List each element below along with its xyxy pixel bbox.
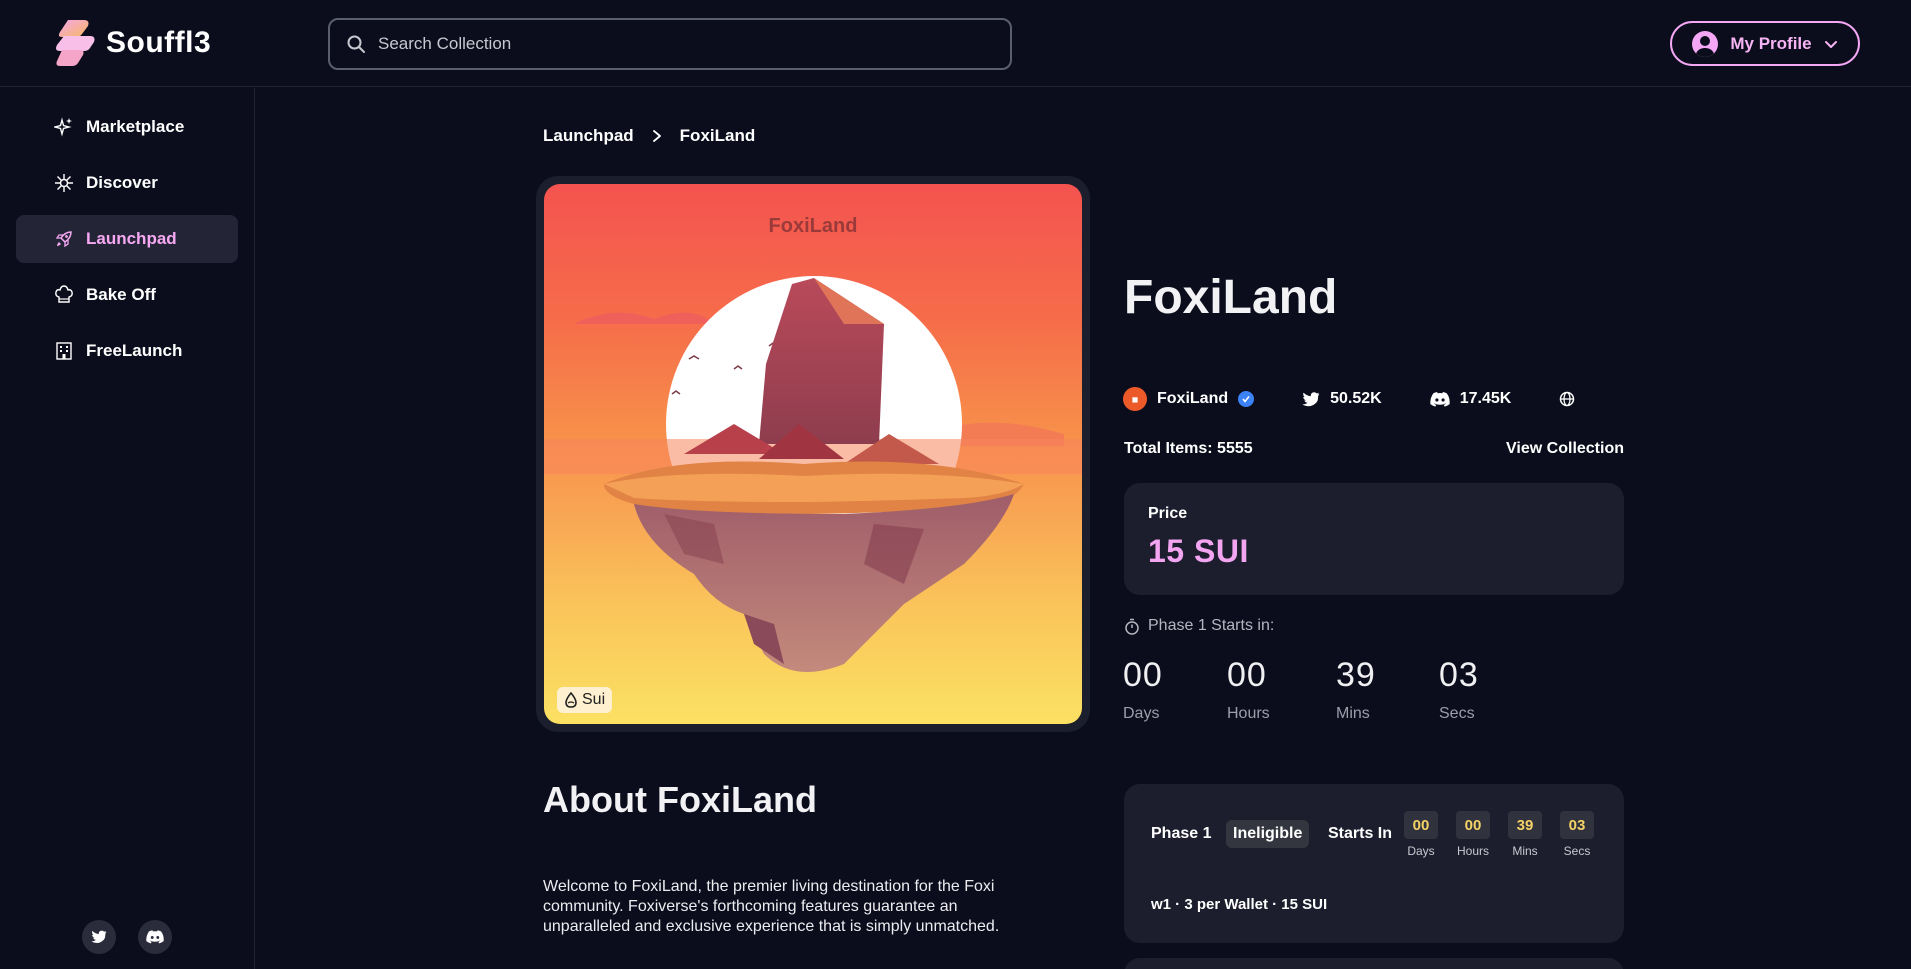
collection-artwork: FoxiLand Sui — [544, 184, 1082, 724]
sidebar-item-discover[interactable]: Discover — [16, 159, 238, 207]
twitter-icon — [1302, 391, 1320, 406]
phase-start-label-row: Phase 1 Starts in: — [1124, 617, 1274, 635]
top-header: Souffl3 My Profile — [0, 0, 1911, 87]
chef-hat-icon — [54, 285, 74, 305]
website-link[interactable] — [1559, 391, 1575, 407]
sidebar-item-label: Launchpad — [86, 229, 177, 248]
countdown-secs: 03 Secs — [1439, 656, 1519, 723]
mini-countdown-mins-label: Mins — [1512, 844, 1538, 858]
view-collection-link[interactable]: View Collection — [1506, 440, 1624, 458]
sparkles-icon — [54, 117, 74, 137]
price-label: Price — [1148, 505, 1188, 522]
mini-countdown-secs-value: 03 — [1560, 811, 1594, 839]
building-icon — [54, 341, 74, 361]
sidebar-item-marketplace[interactable]: Marketplace — [16, 103, 238, 151]
compass-icon — [54, 173, 74, 193]
sidebar-item-label: FreeLaunch — [86, 341, 183, 360]
discord-icon — [1430, 391, 1450, 407]
artwork-title-text: FoxiLand — [769, 215, 858, 237]
my-profile-button[interactable]: My Profile — [1670, 21, 1860, 66]
breadcrumb-current: FoxiLand — [679, 126, 756, 145]
mini-countdown-secs-label: Secs — [1563, 844, 1591, 858]
countdown-days-value: 00 — [1123, 656, 1163, 694]
countdown-days-label: Days — [1123, 705, 1160, 722]
countdown-mins: 39 Mins — [1336, 656, 1439, 723]
eligibility-badge: Ineligible — [1226, 820, 1310, 848]
countdown-secs-label: Secs — [1439, 705, 1475, 722]
stopwatch-icon — [1125, 618, 1139, 635]
search-bar[interactable] — [328, 18, 1012, 70]
mini-countdown-hours-label: Hours — [1456, 844, 1489, 858]
countdown-days: 00 Days — [1123, 656, 1227, 723]
mini-countdown-mins-value: 39 — [1508, 811, 1542, 839]
twitter-stat[interactable]: 50.52K — [1302, 390, 1382, 408]
phase-countdown: 00 Days 00 Hours 39 Mins 03 Secs — [1123, 656, 1519, 723]
mini-countdown-days: 00 Days — [1404, 811, 1438, 858]
total-items-row: Total Items: 5555 View Collection — [1124, 440, 1624, 458]
sui-drop-icon — [565, 692, 577, 708]
breadcrumb-launchpad-link[interactable]: Launchpad — [543, 126, 634, 146]
twitter-followers: 50.52K — [1330, 390, 1382, 407]
price-card: Price 15 SUI — [1124, 483, 1624, 595]
floating-island-illustration: FoxiLand — [544, 215, 1082, 672]
discord-link[interactable] — [138, 920, 172, 954]
mini-countdown-secs: 03 Secs — [1560, 811, 1594, 858]
starts-in-label: Starts In — [1328, 825, 1393, 842]
mini-countdown-mins: 39 Mins — [1508, 811, 1542, 858]
phase-start-label: Phase 1 Starts in: — [1148, 617, 1275, 634]
breadcrumb: Launchpad FoxiLand — [543, 126, 755, 146]
mini-countdown-days-label: Days — [1407, 844, 1435, 858]
phase-detail: w1 · 3 per Wallet · 15 SUI — [1151, 896, 1328, 913]
mini-countdown-hours: 00 Hours — [1456, 811, 1490, 858]
globe-icon — [1560, 391, 1575, 407]
countdown-hours-value: 00 — [1227, 656, 1267, 694]
sidebar-item-label: Bake Off — [86, 285, 156, 304]
phase-card: Phase 1 Ineligible Starts In 00 Days 00 … — [1124, 784, 1624, 943]
discord-members: 17.45K — [1459, 390, 1512, 407]
sidebar-item-bake-off[interactable]: Bake Off — [16, 271, 238, 319]
chevron-right-icon — [652, 130, 661, 142]
countdown-secs-value: 03 — [1439, 656, 1479, 694]
twitter-link[interactable] — [82, 920, 116, 954]
sidebar-item-freelaunch[interactable]: FreeLaunch — [16, 327, 238, 375]
chevron-down-icon — [1824, 40, 1837, 48]
creator[interactable]: ◼ FoxiLand — [1123, 387, 1255, 411]
twitter-icon — [91, 930, 107, 944]
about-description: Welcome to FoxiLand, the premier living … — [543, 878, 1000, 935]
sidebar-item-label: Discover — [86, 173, 158, 192]
sidebar: Marketplace Discover Launchpad Bake Off … — [0, 88, 255, 969]
creator-name: FoxiLand — [1157, 390, 1229, 407]
profile-label: My Profile — [1730, 33, 1812, 53]
total-items: Total Items: 5555 — [1124, 440, 1253, 457]
countdown-mins-value: 39 — [1336, 656, 1376, 694]
phase-name: Phase 1 — [1151, 825, 1212, 842]
collection-title: FoxiLand — [1124, 271, 1338, 324]
discord-icon — [146, 930, 164, 944]
collection-stats: ◼ FoxiLand 50.52K 17.45K — [1123, 387, 1623, 411]
chain-badge: Sui — [557, 687, 613, 713]
discord-stat[interactable]: 17.45K — [1430, 390, 1512, 408]
countdown-hours-label: Hours — [1227, 705, 1270, 722]
verified-badge-icon — [1238, 391, 1255, 407]
user-avatar-icon — [1692, 30, 1719, 57]
sidebar-item-label: Marketplace — [86, 117, 185, 136]
next-phase-card — [1124, 958, 1624, 969]
chain-badge-label: Sui — [582, 691, 606, 708]
countdown-mins-label: Mins — [1336, 705, 1370, 722]
countdown-hours: 00 Hours — [1227, 656, 1336, 723]
price-value: 15 SUI — [1148, 533, 1249, 569]
sidebar-item-launchpad[interactable]: Launchpad — [16, 215, 238, 263]
logo[interactable]: Souffl3 — [54, 18, 211, 68]
logo-text: Souffl3 — [106, 26, 212, 59]
mini-countdown-hours-value: 00 — [1456, 811, 1490, 839]
about-title: About FoxiLand — [543, 779, 817, 820]
creator-logo-icon: ◼ — [1123, 387, 1147, 411]
search-icon — [347, 35, 365, 53]
collection-artwork-frame: FoxiLand Sui — [536, 176, 1090, 732]
rocket-icon — [54, 229, 74, 249]
souffl3-logo-icon — [56, 20, 95, 66]
mini-countdown-days-value: 00 — [1404, 811, 1438, 839]
search-input[interactable] — [378, 34, 978, 54]
